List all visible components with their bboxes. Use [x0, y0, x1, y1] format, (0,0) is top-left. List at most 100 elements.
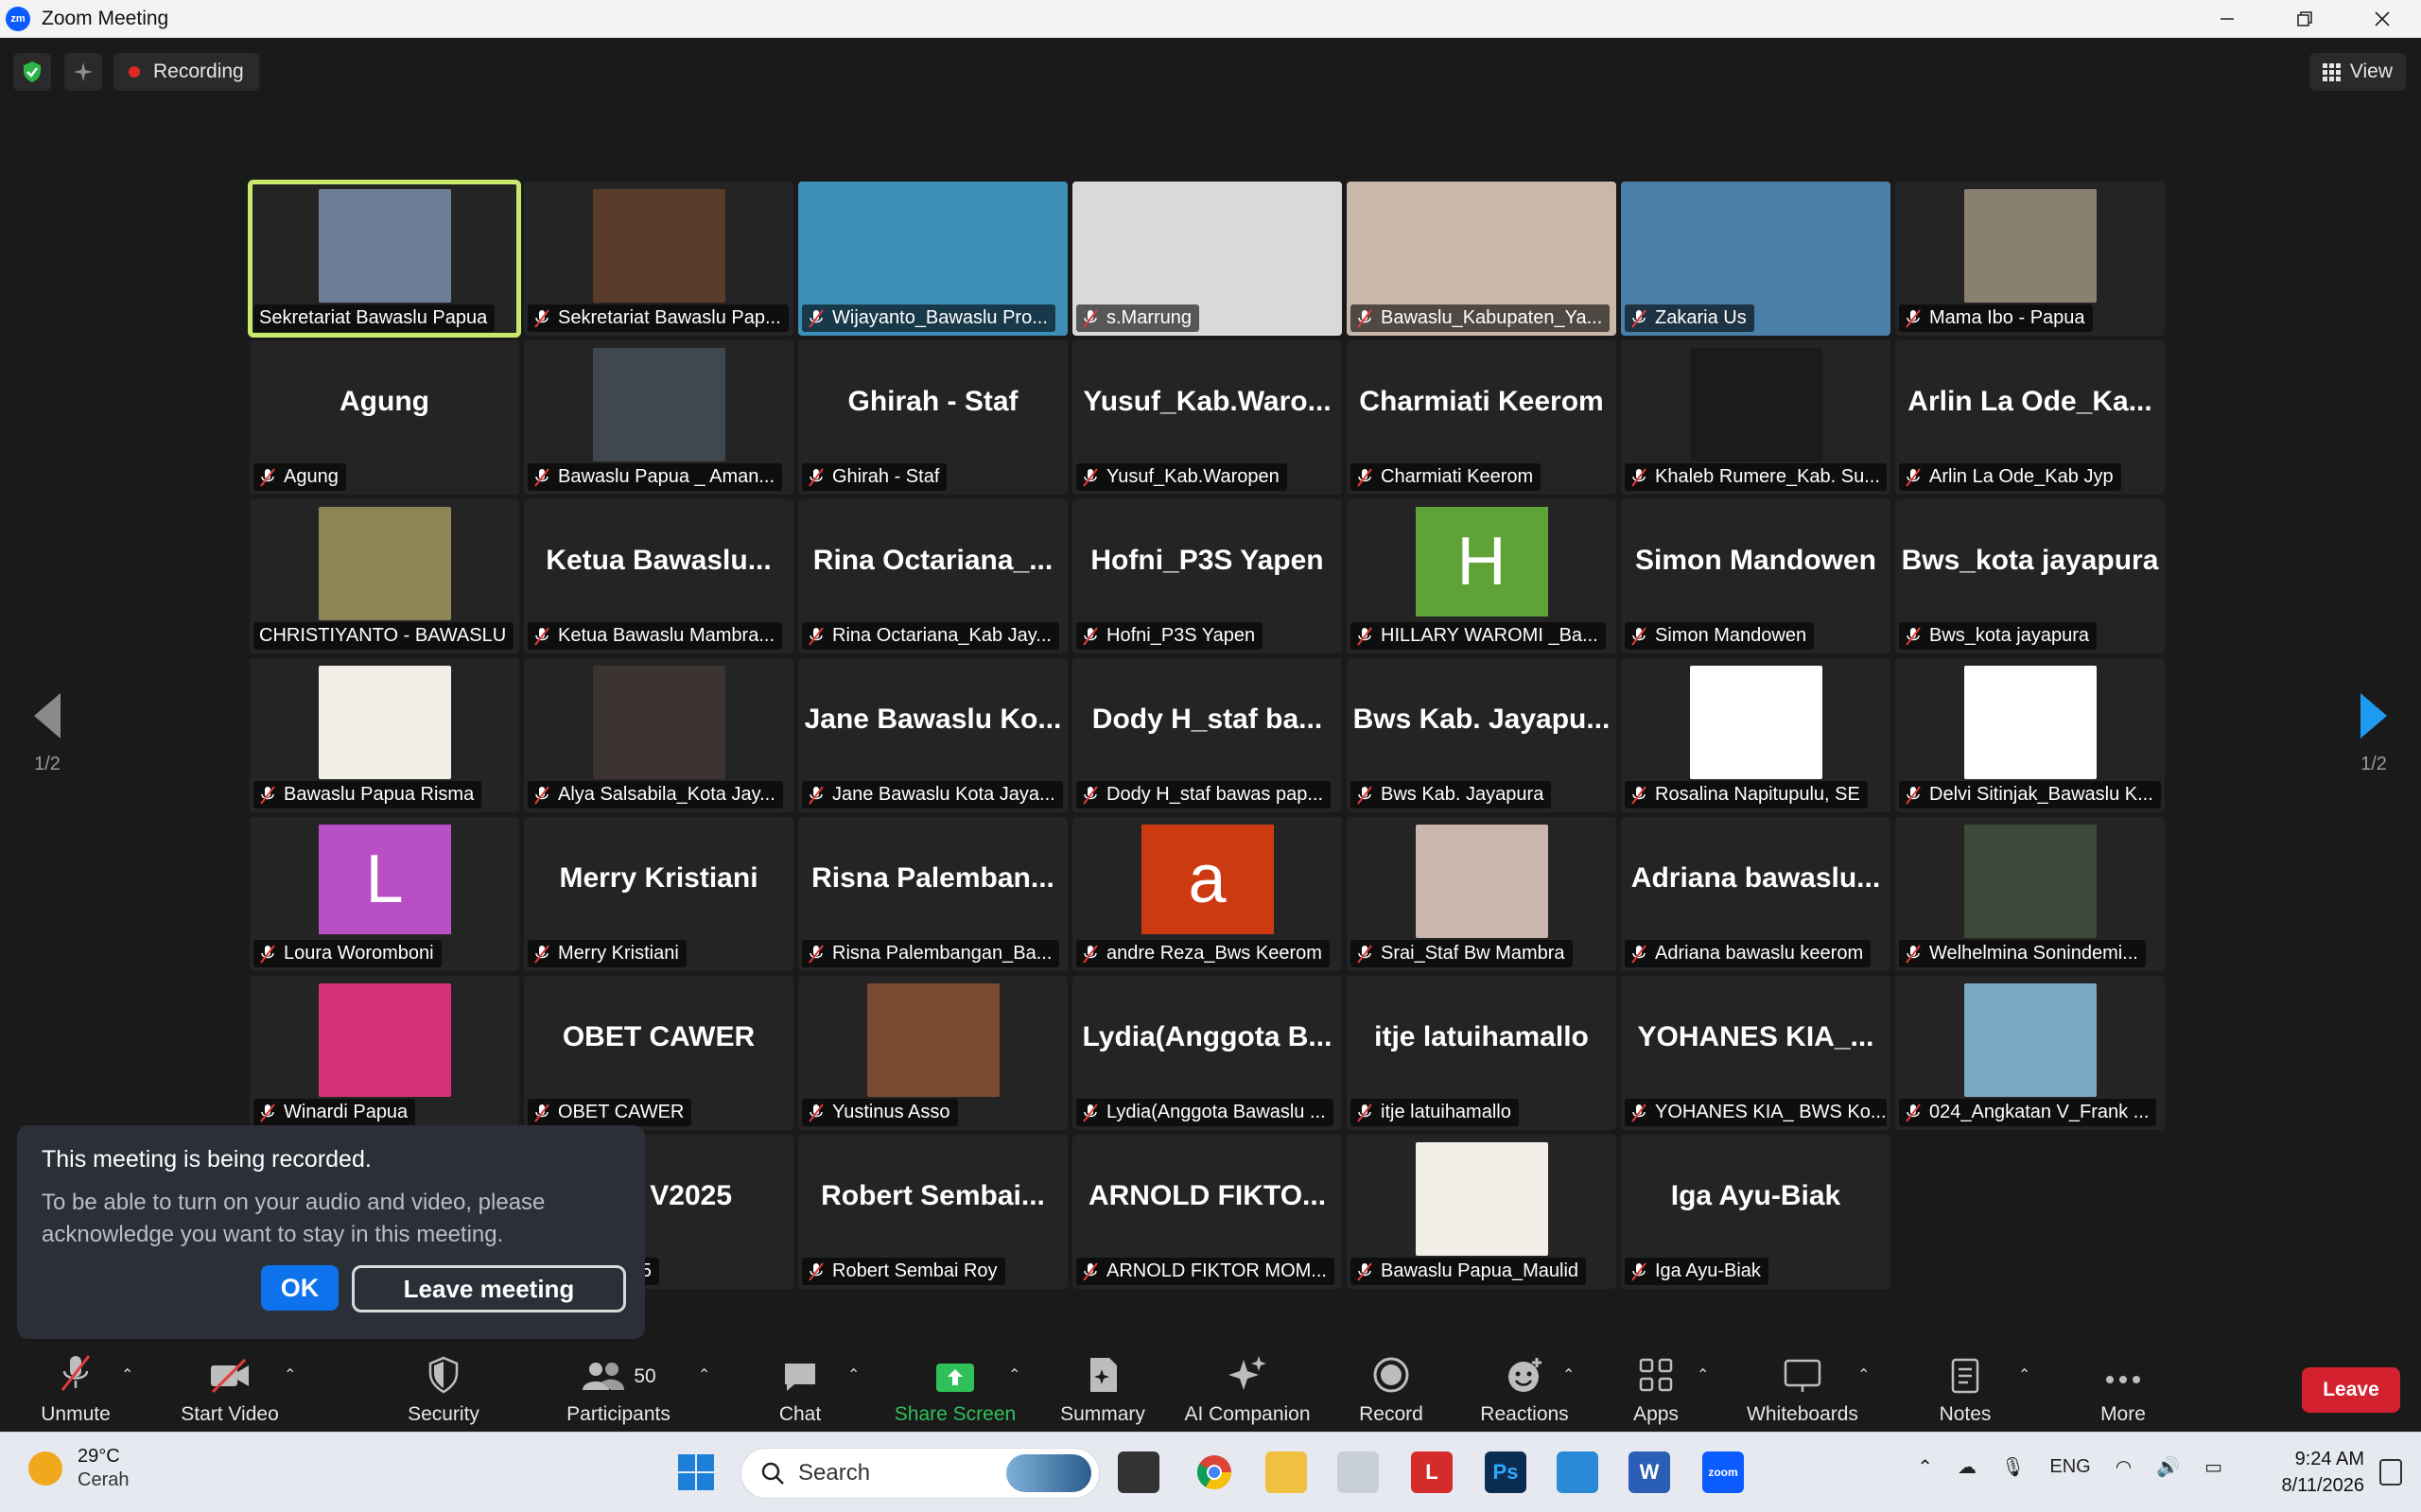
restore-button[interactable] [2266, 0, 2343, 38]
view-button[interactable]: View [2308, 53, 2406, 91]
participant-tile[interactable]: Simon Mandowen Simon Mandowen [1621, 499, 1890, 653]
participant-tile[interactable]: Yustinus Asso [798, 976, 1068, 1130]
participant-tile[interactable]: Ghirah - Staf Ghirah - Staf [798, 340, 1068, 495]
file-explorer-icon[interactable] [1265, 1451, 1307, 1493]
participant-tile[interactable]: Rosalina Napitupulu, SE [1621, 658, 1890, 812]
participant-tile[interactable]: Jane Bawaslu Ko... Jane Bawaslu Kota Jaya… [798, 658, 1068, 812]
participant-tile[interactable]: Yusuf_Kab.Waro... Yusuf_Kab.Waropen [1072, 340, 1342, 495]
weather-widget[interactable]: 29°C Cerah [28, 1446, 129, 1491]
participant-tile[interactable]: Bws Kab. Jayapu... Bws Kab. Jayapura [1347, 658, 1616, 812]
participant-tile[interactable]: H HILLARY WAROMI _Ba... [1347, 499, 1616, 653]
participant-tile[interactable]: Adriana bawaslu... Adriana bawaslu keerom [1621, 817, 1890, 971]
chrome-icon[interactable] [1193, 1451, 1235, 1493]
windows-start-button[interactable] [675, 1451, 717, 1493]
participant-tile[interactable]: Winardi Papua [250, 976, 519, 1130]
participant-tile[interactable]: itje latuihamallo itje latuihamallo [1347, 976, 1616, 1130]
participant-tile[interactable]: a andre Reza_Bws Keerom [1072, 817, 1342, 971]
chat-options-caret[interactable]: ⌃ [847, 1365, 860, 1384]
share-screen-button[interactable]: Share Screen [895, 1341, 1016, 1432]
participant-tile[interactable]: Khaleb Rumere_Kab. Su... [1621, 340, 1890, 495]
record-button[interactable]: Record [1352, 1341, 1430, 1432]
ai-companion-button[interactable]: AI Companion [1137, 1341, 1358, 1432]
reactions-button[interactable]: Reactions [1479, 1341, 1570, 1432]
app-l-icon[interactable]: L [1411, 1451, 1453, 1493]
battery-icon[interactable]: ▭ [2204, 1455, 2222, 1479]
audio-options-caret[interactable]: ⌃ [121, 1365, 133, 1384]
participant-tile[interactable]: Bawaslu_Kabupaten_Ya... [1347, 182, 1616, 336]
participant-tile[interactable]: Alya Salsabila_Kota Jay... [524, 658, 793, 812]
participant-tile[interactable]: Merry Kristiani Merry Kristiani [524, 817, 793, 971]
volume-icon[interactable]: 🔊 [2156, 1455, 2180, 1479]
encryption-shield-button[interactable] [13, 53, 51, 91]
ok-button[interactable]: OK [261, 1265, 339, 1311]
participant-tile[interactable]: Bawaslu Papua _ Aman... [524, 340, 793, 495]
participant-tile[interactable]: Mama Ibo - Papua [1895, 182, 2165, 336]
wifi-icon[interactable]: ◠ [2116, 1455, 2132, 1479]
start-video-button[interactable]: Start Video [176, 1341, 284, 1432]
previous-page-button[interactable]: 1/2 [0, 662, 95, 804]
whiteboards-button[interactable]: Whiteboards [1742, 1341, 1863, 1432]
unmute-button[interactable]: Unmute [34, 1341, 117, 1432]
recording-indicator[interactable]: Recording [113, 53, 259, 91]
photoshop-icon[interactable]: Ps [1485, 1451, 1526, 1493]
taskbar-clock[interactable]: 9:24 AM 8/11/2026 [2282, 1446, 2365, 1499]
participant-tile[interactable]: Welhelmina Sonindemi... [1895, 817, 2165, 971]
participant-tile[interactable]: Rina Octariana_... Rina Octariana_Kab Jay… [798, 499, 1068, 653]
participant-tile[interactable]: Ketua Bawaslu... Ketua Bawaslu Mambra... [524, 499, 793, 653]
video-options-caret[interactable]: ⌃ [284, 1365, 296, 1384]
next-page-button[interactable]: 1/2 [2326, 662, 2421, 804]
participant-tile[interactable]: Iga Ayu-Biak Iga Ayu-Biak [1621, 1135, 1890, 1289]
reactions-options-caret[interactable]: ⌃ [1562, 1365, 1575, 1384]
apps-button[interactable]: Apps [1627, 1341, 1685, 1432]
participant-tile[interactable]: 024_Angkatan V_Frank ... [1895, 976, 2165, 1130]
security-button[interactable]: Security [401, 1341, 486, 1432]
more-button[interactable]: More [2094, 1341, 2152, 1432]
participants-button[interactable]: 50 Participants [560, 1341, 677, 1432]
participant-tile[interactable]: YOHANES KIA_... YOHANES KIA_ BWS Ko... [1621, 976, 1890, 1130]
zoom-taskbar-icon[interactable]: zoom [1702, 1451, 1744, 1493]
participant-tile[interactable]: Agung Agung [250, 340, 519, 495]
notes-options-caret[interactable]: ⌃ [2018, 1365, 2030, 1384]
participant-tile[interactable]: Dody H_staf ba... Dody H_staf bawas pap..… [1072, 658, 1342, 812]
minimize-button[interactable] [2188, 0, 2266, 38]
apps-options-caret[interactable]: ⌃ [1697, 1365, 1709, 1384]
participant-tile[interactable]: Bawaslu Papua_Maulid [1347, 1135, 1616, 1289]
participant-tile[interactable]: L Loura Woromboni [250, 817, 519, 971]
participant-tile[interactable]: s.Marrung [1072, 182, 1342, 336]
close-window-button[interactable] [2343, 0, 2421, 38]
participant-tile[interactable]: Zakaria Us [1621, 182, 1890, 336]
participant-tile[interactable]: Lydia(Anggota B... Lydia(Anggota Bawaslu … [1072, 976, 1342, 1130]
participant-tile[interactable]: CHRISTIYANTO - BAWASLU [250, 499, 519, 653]
leave-meeting-button[interactable]: Leave meeting [352, 1265, 626, 1312]
participant-tile[interactable]: Risna Palemban... Risna Palembangan_Ba... [798, 817, 1068, 971]
participant-tile[interactable]: Wijayanto_Bawaslu Pro... [798, 182, 1068, 336]
word-icon[interactable]: W [1629, 1451, 1670, 1493]
participant-tile[interactable]: OBET CAWER OBET CAWER [524, 976, 793, 1130]
participants-options-caret[interactable]: ⌃ [698, 1365, 710, 1384]
participant-tile[interactable]: Bws_kota jayapura Bws_kota jayapura [1895, 499, 2165, 653]
photos-app-icon[interactable] [1557, 1451, 1598, 1493]
share-options-caret[interactable]: ⌃ [1008, 1365, 1020, 1384]
network-app-icon[interactable] [1337, 1451, 1379, 1493]
task-view-icon[interactable] [1118, 1451, 1159, 1493]
participant-tile[interactable]: Srai_Staf Bw Mambra [1347, 817, 1616, 971]
summary-button[interactable]: Summary [1057, 1341, 1148, 1432]
chevron-up-icon[interactable]: ⌃ [1917, 1455, 1933, 1479]
participant-tile[interactable]: Bawaslu Papua Risma [250, 658, 519, 812]
taskbar-search[interactable]: Search [740, 1448, 1100, 1499]
participant-tile[interactable]: ARNOLD FIKTO... ARNOLD FIKTOR MOM... [1072, 1135, 1342, 1289]
participant-tile[interactable]: Sekretariat Bawaslu Papua [248, 180, 521, 338]
participant-tile[interactable]: Hofni_P3S Yapen Hofni_P3S Yapen [1072, 499, 1342, 653]
participant-tile[interactable]: Delvi Sitinjak_Bawaslu K... [1895, 658, 2165, 812]
whiteboards-options-caret[interactable]: ⌃ [1857, 1365, 1870, 1384]
ai-sparkle-button[interactable] [64, 53, 102, 91]
participant-tile[interactable]: Robert Sembai... Robert Sembai Roy [798, 1135, 1068, 1289]
microphone-icon[interactable]: 🎙 [2001, 1455, 2025, 1479]
notes-button[interactable]: Notes [1935, 1341, 1995, 1432]
language-indicator[interactable]: ENG [2049, 1456, 2090, 1478]
notification-bell-icon[interactable] [2379, 1459, 2402, 1486]
participant-tile[interactable]: Sekretariat Bawaslu Pap... [524, 182, 793, 336]
chat-button[interactable]: Chat [772, 1341, 828, 1432]
leave-button[interactable]: Leave [2302, 1367, 2400, 1413]
participant-tile[interactable]: Charmiati Keerom Charmiati Keerom [1347, 340, 1616, 495]
